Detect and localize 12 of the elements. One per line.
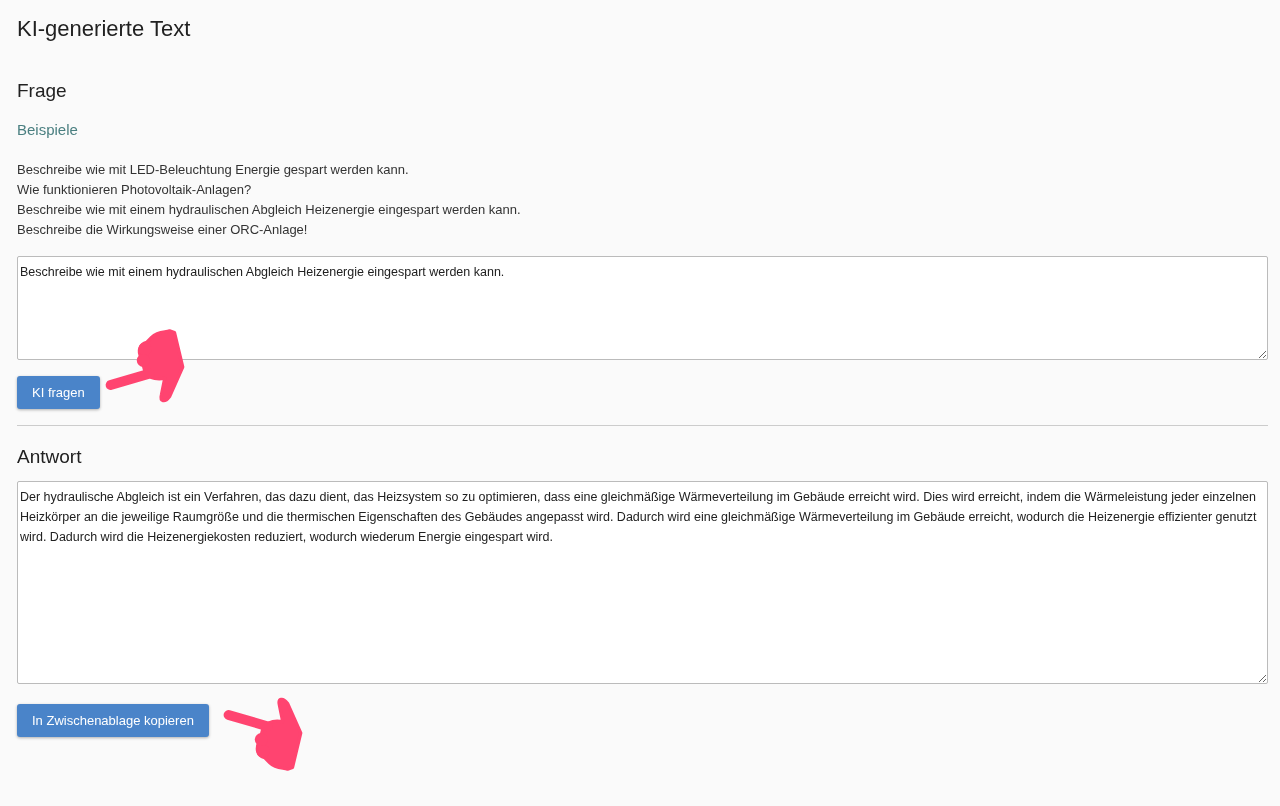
question-field[interactable]: Beschreibe wie mit einem hydraulischen Abgleich Heizenergie eingespart werden kann. (17, 255, 1268, 360)
example-text: Beschreibe wie mit LED-Beleuchtung Energie gespart werden kann. (17, 160, 410, 179)
page-title: KI-generierte Text (17, 16, 192, 43)
example-text: Wie funktionieren Photovoltaik-Anlagen? (17, 180, 253, 199)
section-heading: Antwort (17, 446, 83, 469)
section-heading: Frage (17, 80, 68, 104)
answer-field[interactable]: Der hydraulische Abgleich ist ein Verfahren, das dazu dient, das Heizsystem so zu optimieren, dass eine gleichmäßige Wärmeverteilung im Gebäude erreicht wird. Dies wird erreicht, indem die Wärmeleistung jeder einzelnen Heizkörper an die jeweilige Raumgröße und die thermischen Eigenschaften des Gebäudes angepasst wird. Dadurch wird eine gleichmäßige Wärmeverteilung im Gebäude erreicht, wodurch die Heizenergie effizienter genutzt wird. Dadurch wird die Heizenergiekosten reduziert, wodurch wiederum Energie eingespart wird. (17, 481, 1268, 684)
example-text: Beschreibe die Wirkungsweise einer ORC-Anlage! (17, 220, 309, 239)
examples-label: Beispiele (17, 120, 79, 141)
example-text: Beschreibe wie mit einem hydraulischen Abgleich Heizenergie eingespart werden kann. (17, 200, 522, 219)
ask-button[interactable]: KI fragen (17, 375, 100, 410)
copy-button[interactable]: In Zwischenablage kopieren (17, 704, 209, 738)
